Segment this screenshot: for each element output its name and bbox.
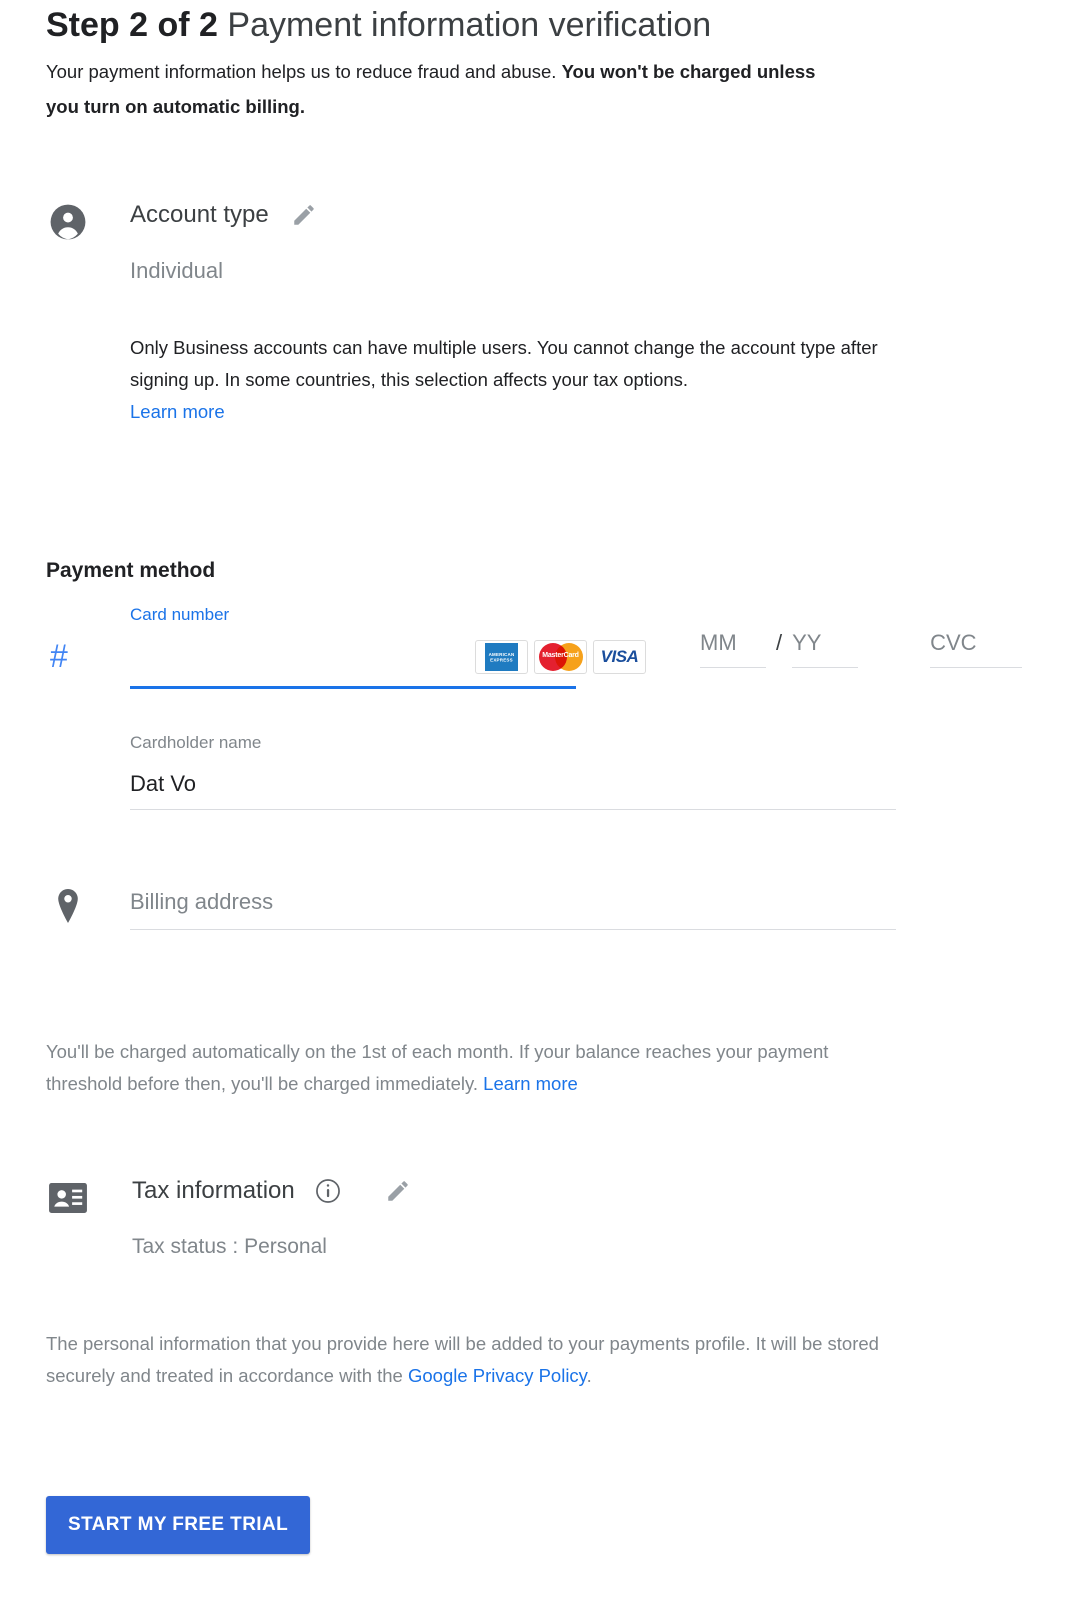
amex-logo-text: AMERICAN EXPRESS: [488, 651, 515, 663]
tax-information-head: Tax information: [90, 1176, 946, 1206]
mastercard-logo-text: MasterCard: [542, 652, 579, 659]
google-privacy-policy-link[interactable]: Google Privacy Policy: [408, 1365, 587, 1386]
account-type-section: Account type Individual Only Business ac…: [46, 200, 946, 428]
tax-information-title: Tax information: [132, 1177, 295, 1204]
expiry-separator: /: [776, 630, 783, 655]
tax-status: Tax status : Personal: [132, 1232, 946, 1262]
billing-notice-text: You'll be charged automatically on the 1…: [46, 1041, 829, 1094]
account-type-description-text: Only Business accounts can have multiple…: [130, 337, 878, 390]
privacy-notice-tail: .: [586, 1365, 592, 1386]
account-type-description: Only Business accounts can have multiple…: [130, 332, 896, 428]
location-pin-icon: [46, 884, 90, 928]
page-header: Step 2 of 2 Payment information verifica…: [46, 2, 946, 124]
contact-card-icon: [46, 1176, 90, 1220]
mastercard-logo: MasterCard: [534, 640, 587, 674]
cardholder-name-input[interactable]: [130, 766, 896, 810]
billing-address-input[interactable]: [130, 884, 896, 930]
cardholder-row: Cardholder name: [130, 732, 896, 810]
start-free-trial-button[interactable]: START MY FREE TRIAL: [46, 1496, 311, 1554]
info-icon[interactable]: [315, 1178, 341, 1204]
amex-logo: AMERICAN EXPRESS: [475, 640, 528, 674]
page-title: Step 2 of 2 Payment information verifica…: [46, 2, 946, 48]
card-number-row: Card number AMERICAN EXPRESS MasterCard …: [130, 604, 1023, 694]
privacy-notice: The personal information that you provid…: [46, 1328, 886, 1392]
tax-information-section: Tax information Tax status : Personal: [46, 1176, 946, 1262]
person-icon: [46, 200, 90, 244]
pencil-icon[interactable]: [291, 202, 317, 228]
account-type-value: Individual: [130, 258, 223, 283]
card-number-label: Card number: [130, 605, 230, 624]
billing-address-row: [46, 884, 946, 930]
account-type-learn-more-link[interactable]: Learn more: [130, 401, 225, 422]
payment-method-title: Payment method: [46, 559, 216, 582]
pencil-icon[interactable]: [385, 1178, 411, 1204]
billing-notice: You'll be charged automatically on the 1…: [46, 1036, 876, 1100]
account-type-title: Account type: [130, 201, 269, 228]
tax-status-separator: :: [226, 1235, 245, 1258]
tax-status-label: Tax status: [132, 1235, 227, 1258]
expiry-year-input[interactable]: [792, 626, 859, 668]
page-title-text: Payment information verification: [227, 6, 712, 44]
card-brand-logos: AMERICAN EXPRESS MasterCard VISA: [475, 640, 646, 674]
visa-logo: VISA: [593, 640, 646, 674]
account-type-head: Account type: [90, 200, 946, 230]
cvc-input[interactable]: [930, 626, 1023, 668]
expiry-cvc-group: /: [700, 626, 1023, 668]
expiry-month-input[interactable]: [700, 626, 766, 668]
billing-notice-learn-more-link[interactable]: Learn more: [483, 1073, 578, 1094]
payment-verification-page: Step 2 of 2 Payment information verifica…: [0, 0, 1072, 1600]
subtitle-plain: Your payment information helps us to red…: [46, 61, 562, 82]
visa-logo-text: VISA: [600, 647, 639, 666]
tax-status-value: Personal: [244, 1235, 327, 1258]
number-sign-icon: #: [50, 638, 68, 674]
page-subtitle: Your payment information helps us to red…: [46, 54, 836, 124]
step-label: Step 2 of 2: [46, 6, 218, 44]
cardholder-label: Cardholder name: [130, 733, 262, 752]
